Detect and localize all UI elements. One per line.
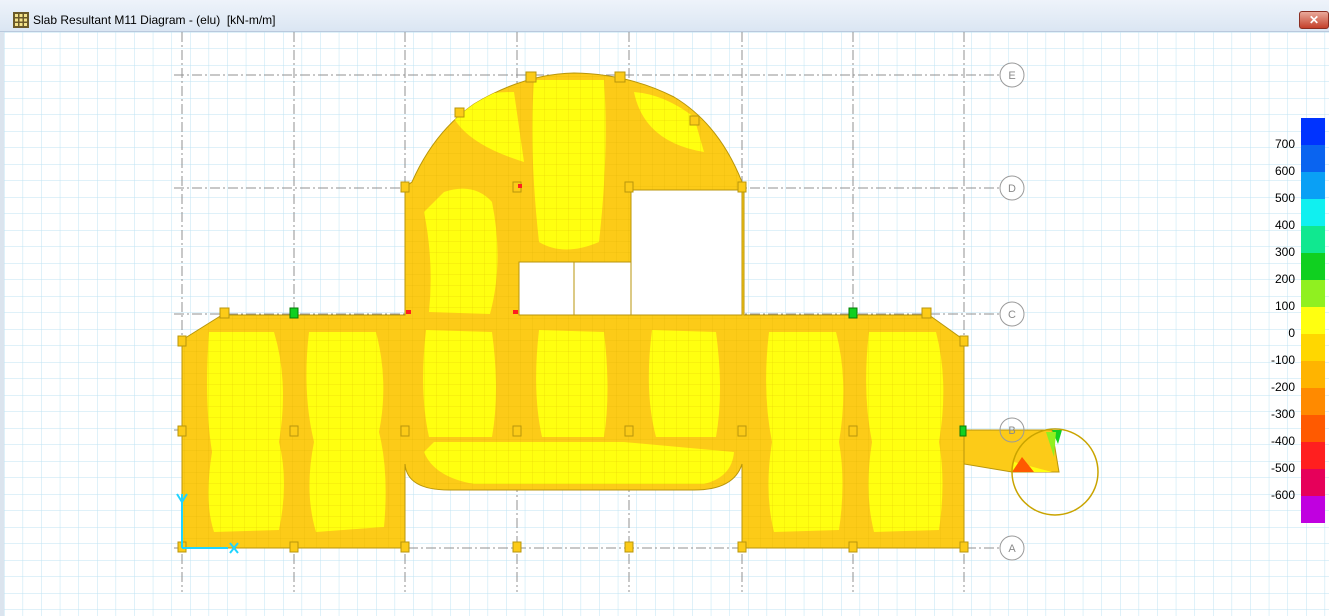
- legend-swatch: [1301, 280, 1325, 307]
- legend-swatch: [1301, 199, 1325, 226]
- grid-app-icon: [13, 12, 29, 28]
- legend-value-label: -400: [1270, 434, 1295, 448]
- legend-swatch: [1301, 145, 1325, 172]
- grid-label-e: E: [1008, 70, 1015, 82]
- legend-value-label: -300: [1270, 407, 1295, 421]
- window-title: Slab Resultant M11 Diagram - (elu) [kN-m…: [33, 13, 276, 27]
- slab-diagram-canvas[interactable]: E D C B A: [4, 32, 1329, 616]
- legend-swatch: [1301, 118, 1325, 145]
- grid-label-b: B: [1008, 425, 1015, 437]
- legend-swatch: [1301, 469, 1325, 496]
- color-legend-bar: [1301, 118, 1325, 523]
- grid-label-a: A: [1008, 543, 1016, 555]
- window-titlebar: Slab Resultant M11 Diagram - (elu) [kN-m…: [0, 0, 1329, 32]
- grid-label-d: D: [1008, 183, 1016, 195]
- legend-value-label: -500: [1270, 461, 1295, 475]
- legend-swatch: [1301, 388, 1325, 415]
- legend-swatch: [1301, 415, 1325, 442]
- legend-swatch: [1301, 226, 1325, 253]
- legend-swatch: [1301, 361, 1325, 388]
- legend-swatch: [1301, 496, 1325, 523]
- slab-opening-upper: [630, 189, 743, 316]
- legend-value-label: -100: [1270, 353, 1295, 367]
- legend-value-label: 300: [1274, 245, 1295, 259]
- close-button[interactable]: ✕: [1299, 11, 1329, 29]
- legend-swatch: [1301, 172, 1325, 199]
- slab-opening-lower: [518, 261, 632, 316]
- legend-value-label: 400: [1274, 218, 1295, 232]
- legend-value-label: 100: [1274, 299, 1295, 313]
- legend-swatch: [1301, 334, 1325, 361]
- legend-swatch: [1301, 253, 1325, 280]
- legend-value-label: -200: [1270, 380, 1295, 394]
- legend-value-label: -600: [1270, 488, 1295, 502]
- legend-swatch: [1301, 442, 1325, 469]
- model-viewport[interactable]: E D C B A 700 600 500 400 300 200 100 0 -100 -200…: [0, 32, 1329, 616]
- close-icon: ✕: [1308, 13, 1320, 27]
- legend-value-label: 0: [1288, 326, 1295, 340]
- legend-value-label: 600: [1274, 164, 1295, 178]
- legend-value-label: 500: [1274, 191, 1295, 205]
- legend-swatch: [1301, 307, 1325, 334]
- legend-value-label: 700: [1274, 137, 1295, 151]
- grid-label-c: C: [1008, 309, 1016, 321]
- legend-value-label: 200: [1274, 272, 1295, 286]
